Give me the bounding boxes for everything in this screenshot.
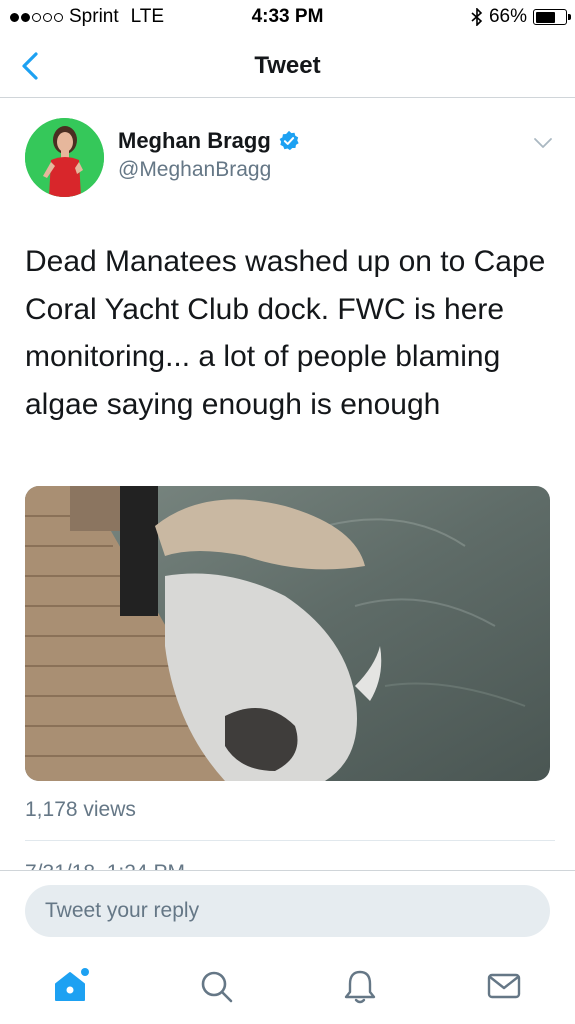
tab-bar bbox=[0, 954, 575, 1024]
status-bar: Sprint LTE 4:33 PM 66% bbox=[0, 0, 575, 34]
author-name[interactable]: Meghan Bragg bbox=[118, 128, 300, 154]
reply-bar bbox=[0, 870, 575, 954]
battery-level bbox=[535, 11, 555, 23]
messages-icon[interactable] bbox=[484, 966, 524, 1006]
battery-icon bbox=[533, 9, 571, 25]
verified-badge-icon bbox=[279, 130, 299, 151]
avatar-photo bbox=[25, 118, 104, 197]
status-right: 66% bbox=[471, 6, 571, 28]
reply-input[interactable] bbox=[25, 885, 550, 937]
video-thumbnail bbox=[25, 486, 550, 781]
home-icon[interactable] bbox=[50, 966, 90, 1006]
tweet-video[interactable] bbox=[25, 486, 550, 781]
author-name-text: Meghan Bragg bbox=[118, 128, 271, 153]
notifications-icon[interactable] bbox=[340, 966, 380, 1006]
author-handle[interactable]: @MeghanBragg bbox=[118, 158, 271, 182]
tweet-text: Dead Manatees washed up on to Cape Coral… bbox=[25, 245, 546, 421]
avatar[interactable] bbox=[25, 118, 104, 197]
divider bbox=[25, 840, 555, 841]
battery-percent: 66% bbox=[488, 6, 527, 27]
page-title: Tweet bbox=[254, 52, 321, 79]
view-count: 1,178 views bbox=[25, 798, 136, 821]
chevron-down-icon[interactable] bbox=[533, 136, 553, 150]
nav-bar: Tweet bbox=[0, 34, 575, 98]
bluetooth-icon bbox=[471, 8, 483, 26]
search-icon[interactable] bbox=[196, 966, 236, 1006]
